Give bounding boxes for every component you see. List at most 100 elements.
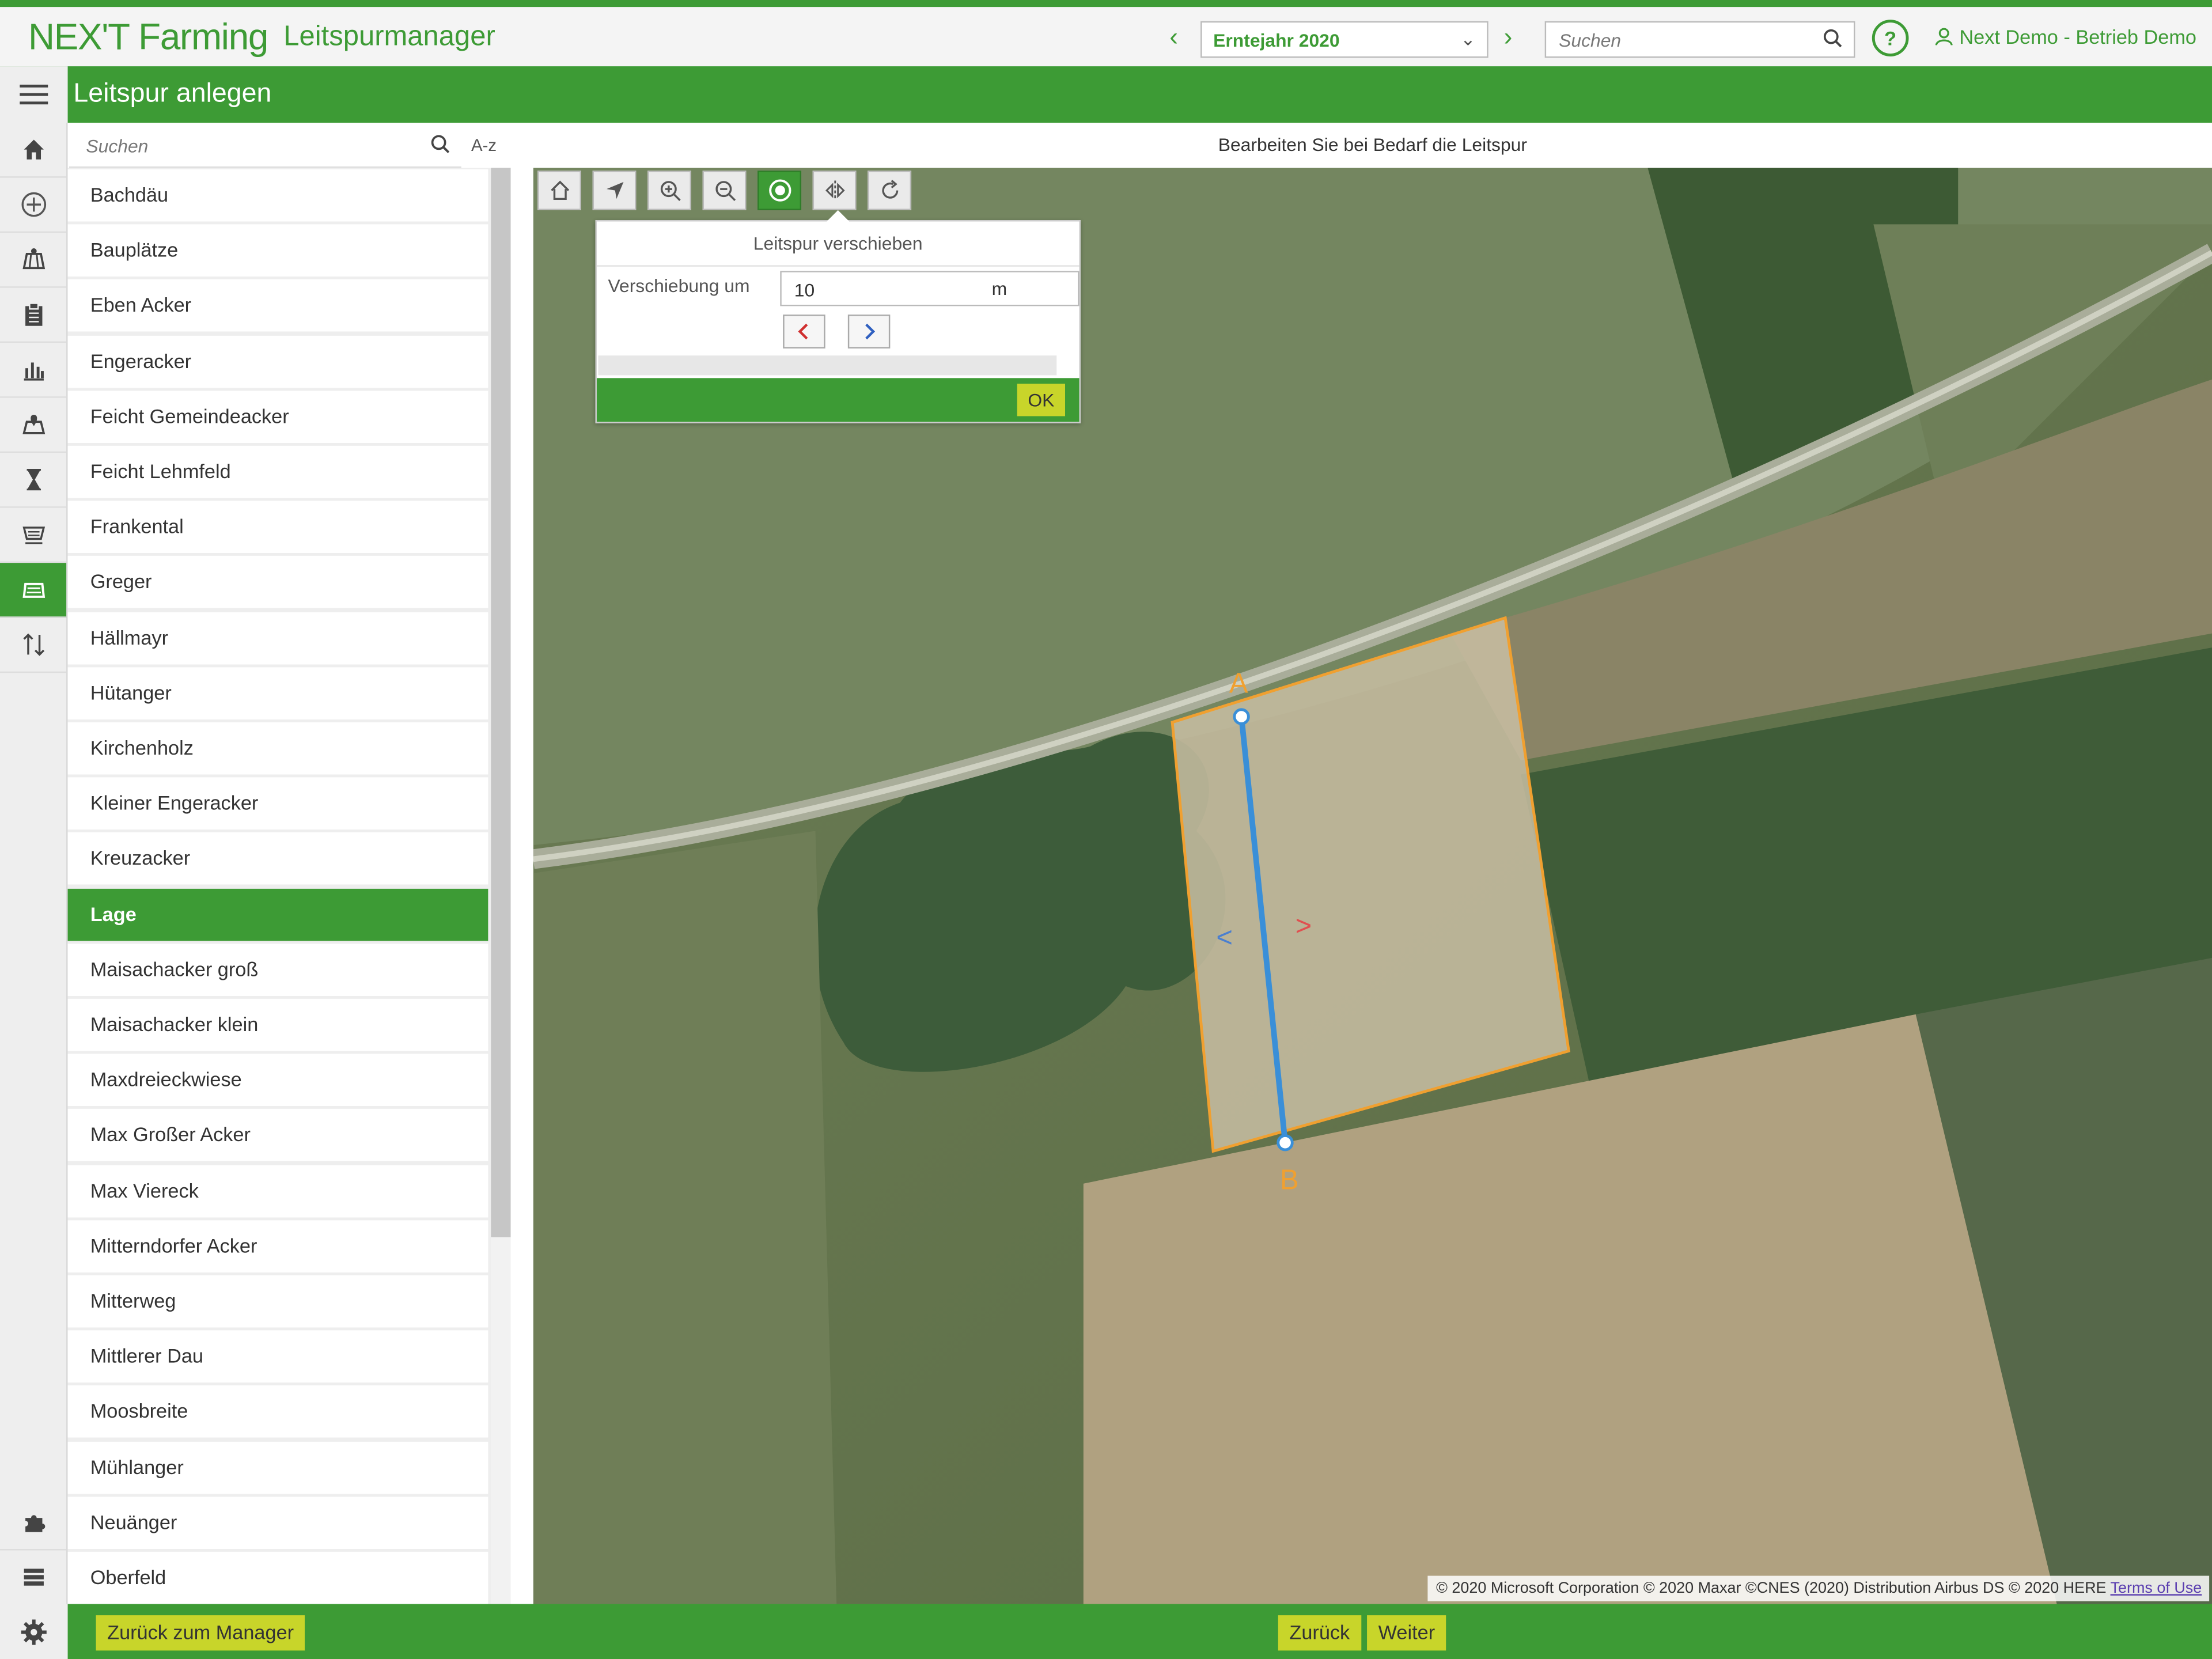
list-item[interactable]: Neuänger (67, 1496, 488, 1549)
shift-right-marker[interactable]: > (1296, 911, 1312, 942)
add-circle-icon[interactable] (0, 178, 67, 233)
icon-sidebar (0, 123, 68, 1659)
app-name: Leitspurmanager (283, 21, 495, 52)
list-item[interactable]: Kreuzacker (67, 832, 488, 885)
list-search-placeholder: Suchen (86, 135, 149, 157)
user-menu[interactable]: Next Demo - Betrieb Demo (1934, 25, 2196, 48)
bar-chart-icon[interactable] (0, 343, 67, 398)
locate-arrow-icon[interactable] (592, 171, 637, 210)
list-item[interactable]: Bachdäu (67, 169, 488, 222)
shift-left-marker[interactable]: < (1216, 922, 1233, 953)
ok-button[interactable]: OK (1017, 384, 1065, 416)
list-item[interactable]: Lage (67, 888, 488, 941)
home-icon[interactable] (537, 171, 581, 210)
search-icon[interactable] (1823, 28, 1842, 52)
user-name: Next Demo - Betrieb Demo (1959, 25, 2196, 48)
list-item[interactable]: Feicht Lehmfeld (67, 445, 488, 498)
list-item[interactable]: Oberfeld (67, 1551, 488, 1604)
back-to-manager-button[interactable]: Zurück zum Manager (96, 1615, 305, 1651)
chevron-down-icon: ⌄ (1460, 28, 1476, 50)
list-item[interactable]: Greger (67, 556, 488, 609)
guidance-icon[interactable] (0, 563, 67, 618)
list-item[interactable]: Max Großer Acker (67, 1109, 488, 1162)
point-b-label: B (1280, 1165, 1299, 1196)
list-search-input[interactable]: Suchen (69, 124, 461, 168)
back-button[interactable]: Zurück (1278, 1615, 1361, 1651)
point-a-label: A (1229, 668, 1248, 699)
list-item[interactable]: Feicht Gemeindeacker (67, 390, 488, 443)
list-item[interactable]: Kleiner Engeracker (67, 777, 488, 830)
copyright-text: © 2020 Microsoft Corporation © 2020 Maxa… (1436, 1580, 2107, 1597)
list-item[interactable]: Maxdreieckwiese (67, 1054, 488, 1107)
chevron-left-icon (798, 323, 808, 340)
year-select[interactable]: Erntejahr 2020 ⌄ (1200, 21, 1488, 58)
brand-logo: NEX'T Farming (28, 15, 268, 58)
dialog-scrollbar[interactable] (598, 355, 1057, 376)
search-placeholder: Suchen (1559, 29, 1622, 51)
next-button[interactable]: Weiter (1367, 1615, 1446, 1651)
popup-notch (827, 210, 850, 222)
point-a-handle[interactable] (1233, 708, 1250, 725)
list-item[interactable]: Hütanger (67, 666, 488, 719)
list-item[interactable]: Hällmayr (67, 611, 488, 664)
instruction-text: Bearbeiten Sie bei Bedarf die Leitspur (533, 124, 2212, 166)
list-item[interactable]: Kirchenholz (67, 722, 488, 775)
shift-right-button[interactable] (847, 315, 891, 349)
clipboard-icon[interactable] (0, 288, 67, 343)
help-icon[interactable]: ? (1872, 20, 1909, 56)
zoom-out-icon[interactable] (702, 171, 747, 210)
divider (596, 265, 1080, 267)
search-input[interactable]: Suchen (1544, 21, 1855, 58)
list-item[interactable]: Maisachacker klein (67, 998, 488, 1051)
list-item[interactable]: Engeracker (67, 335, 488, 388)
guidance-line[interactable] (1238, 716, 1288, 1143)
dialog-title: Leitspur verschieben (753, 233, 923, 254)
zoom-in-icon[interactable] (647, 171, 692, 210)
list-item[interactable]: Mitterndorfer Acker (67, 1219, 488, 1272)
map-pin-icon[interactable] (0, 398, 67, 453)
user-icon (1935, 28, 1953, 46)
list-scrollbar-thumb[interactable] (491, 168, 511, 1237)
header: NEX'T Farming Leitspurmanager ‹ Erntejah… (0, 7, 2212, 67)
list-item[interactable]: Mühlanger (67, 1441, 488, 1494)
year-select-value: Erntejahr 2020 (1213, 29, 1340, 51)
app-window: NEX'T Farming Leitspurmanager ‹ Erntejah… (0, 0, 2212, 1659)
terms-of-use-link[interactable]: Terms of Use (2111, 1580, 2202, 1597)
shift-label: Verschiebung um (608, 275, 750, 297)
list-item[interactable]: Bauplätze (67, 224, 488, 277)
shift-track-dialog: Leitspur verschieben Verschiebung um 10 … (595, 210, 1081, 423)
list-item[interactable]: Mitterweg (67, 1275, 488, 1328)
list-item[interactable]: Moosbreite (67, 1385, 488, 1438)
target-icon[interactable] (757, 171, 802, 210)
field-map-icon[interactable] (0, 233, 67, 288)
list-item[interactable]: Frankental (67, 501, 488, 554)
search-icon[interactable] (430, 134, 450, 161)
transfer-icon[interactable] (0, 618, 67, 673)
sort-az-button[interactable]: A-z (471, 135, 497, 155)
point-b-handle[interactable] (1277, 1134, 1294, 1152)
list-item[interactable]: Eben Acker (67, 279, 488, 332)
title-bar: Leitspur anlegen (0, 66, 2212, 123)
chevron-right-icon[interactable]: › (1504, 22, 1513, 52)
chevron-left-icon[interactable]: ‹ (1169, 22, 1178, 52)
shift-distance-input[interactable]: 10 (780, 271, 1080, 306)
shift-left-button[interactable] (783, 315, 825, 349)
mirror-icon[interactable] (812, 171, 857, 210)
rotate-icon[interactable] (868, 171, 912, 210)
footer-bar: Zurück zum Manager Zurück Weiter (0, 1604, 2212, 1659)
hamburger-menu-icon[interactable] (0, 66, 68, 123)
unit-label: m (991, 278, 1007, 300)
top-accent-line (0, 0, 2212, 7)
machine-icon[interactable] (0, 508, 67, 563)
list-item[interactable]: Max Viereck (67, 1164, 488, 1217)
home-icon[interactable] (0, 123, 67, 178)
puzzle-icon[interactable] (0, 1495, 67, 1551)
gear-icon[interactable] (0, 1604, 68, 1659)
list-item[interactable]: Maisachacker groß (67, 943, 488, 996)
map-attribution: © 2020 Microsoft Corporation © 2020 Maxa… (1427, 1575, 2210, 1601)
chevron-right-icon (865, 323, 876, 340)
list-item[interactable]: Mittlerer Dau (67, 1330, 488, 1383)
hourglass-icon[interactable] (0, 453, 67, 508)
list-icon[interactable] (0, 1550, 67, 1605)
shift-distance-value: 10 (794, 279, 815, 301)
